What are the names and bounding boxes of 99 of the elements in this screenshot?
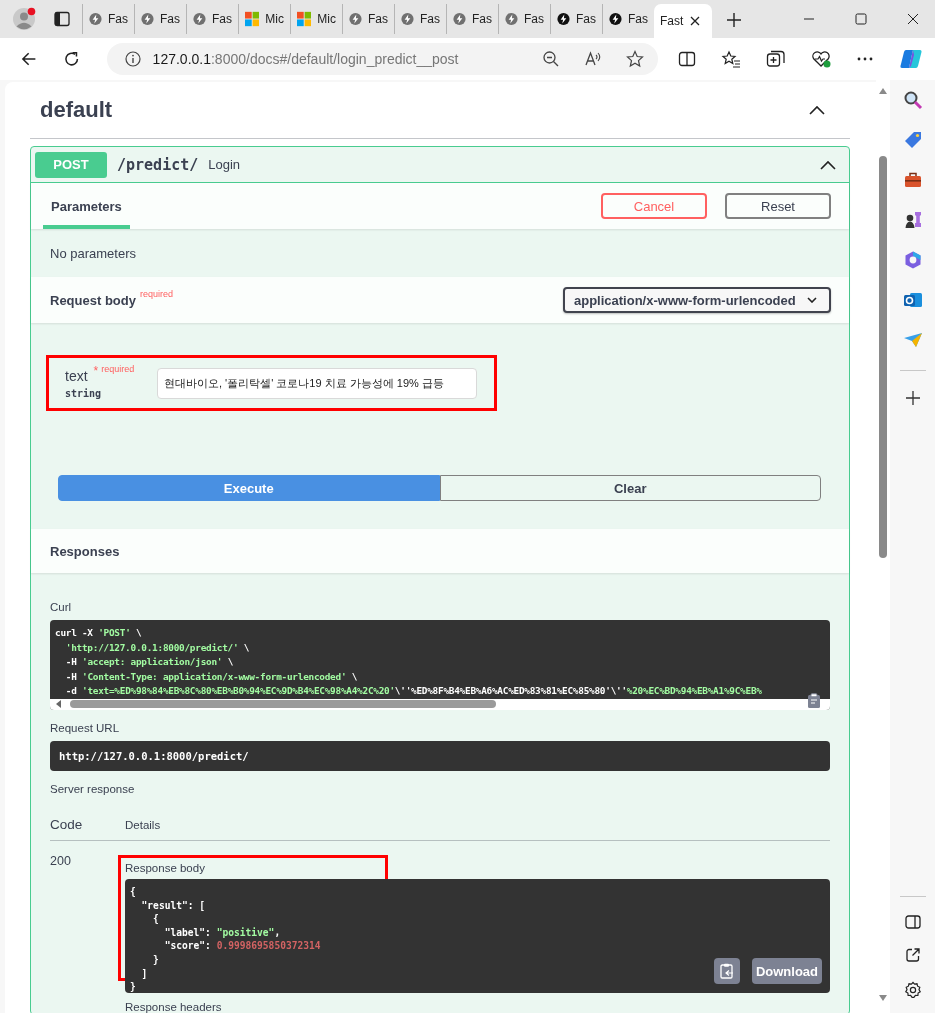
browser-tab[interactable]: Mic <box>290 4 342 34</box>
collapse-chevron-icon[interactable] <box>808 104 826 116</box>
code-line: { <box>130 885 136 899</box>
read-aloud-icon[interactable] <box>584 50 602 68</box>
info-icon[interactable] <box>124 51 141 67</box>
browser-tab[interactable]: Fas <box>446 4 498 34</box>
maximize-icon[interactable] <box>855 13 867 25</box>
code-line: -H 'Content-Type: application/x-www-form-urlencoded' \ <box>64 669 358 684</box>
code-line: "score": 0.9998695850372314 <box>163 939 321 953</box>
add-icon[interactable] <box>905 391 920 405</box>
response-body-label: Response body <box>125 862 206 875</box>
back-icon[interactable] <box>20 50 38 68</box>
collections-icon[interactable] <box>766 50 786 68</box>
status-code: 200 <box>50 854 72 870</box>
clear-button[interactable]: Clear <box>439 475 821 501</box>
section-title: default <box>40 97 113 123</box>
content-type-select[interactable]: application/x-www-form-urlencoded <box>563 287 831 313</box>
windows-logo-icon <box>297 11 312 27</box>
bolt-icon <box>89 11 102 27</box>
parameters-tab[interactable]: Parameters <box>43 183 130 229</box>
browser-tab[interactable]: Fast <box>654 4 712 38</box>
bolt-icon <box>609 11 622 27</box>
browser-tab[interactable]: Fas <box>82 4 134 34</box>
request-url-label: Request URL <box>50 722 121 735</box>
reset-button[interactable]: Reset <box>725 193 831 219</box>
endpoint-path: /predict/ <box>117 155 199 174</box>
code-line: -H 'accept: application/json' \ <box>64 655 234 670</box>
code-line: "result": [ <box>140 898 206 913</box>
horizontal-scrollbar-thumb[interactable] <box>70 700 496 709</box>
copy-button[interactable] <box>713 958 740 984</box>
download-button[interactable]: Download <box>751 958 822 984</box>
new-tab-icon[interactable] <box>726 12 742 28</box>
column-header: Details <box>125 818 161 831</box>
browser-tab[interactable]: Fas <box>394 4 446 34</box>
browser-tab[interactable]: Mic <box>238 4 290 34</box>
external-link-icon[interactable] <box>904 947 921 963</box>
profile-avatar-icon[interactable] <box>12 7 36 31</box>
sidebar-toggle-icon[interactable] <box>904 915 921 929</box>
column-header: Code <box>50 817 84 832</box>
browser-tab[interactable]: Fas <box>186 4 238 34</box>
required-asterisk: * <box>93 363 99 378</box>
required-label: required <box>139 289 173 299</box>
chevron-down-icon <box>807 297 817 303</box>
request-body-title: Request body <box>49 292 136 308</box>
refresh-icon[interactable] <box>63 50 81 68</box>
responses-title: Responses <box>49 543 120 559</box>
settings-icon[interactable] <box>903 981 922 999</box>
code-line: 'http://127.0.0.1:8000/predict/' \ <box>64 640 250 655</box>
browser-tab[interactable]: Fas <box>342 4 394 34</box>
favorites-icon[interactable] <box>721 50 741 68</box>
code-line: ] <box>140 966 148 981</box>
method-badge: POST <box>35 151 107 178</box>
search-icon[interactable] <box>902 90 923 110</box>
endpoint-summary: Login <box>208 157 242 172</box>
server-response-label: Server response <box>50 783 136 796</box>
health-heart-icon[interactable] <box>811 50 831 68</box>
bolt-icon <box>193 11 206 27</box>
request-url: http://127.0.0.1:8000/predict/ <box>59 750 249 762</box>
collapse-chevron-icon[interactable] <box>819 158 837 171</box>
close-icon[interactable] <box>689 15 702 27</box>
windows-logo-icon <box>245 11 260 27</box>
bolt-icon <box>141 11 154 27</box>
bolt-icon <box>557 11 570 27</box>
response-headers-label: Response headers <box>125 1001 223 1013</box>
tab-actions-icon[interactable] <box>54 11 70 27</box>
bolt-icon <box>349 11 362 27</box>
scroll-down-icon[interactable] <box>879 995 887 1001</box>
close-icon[interactable] <box>907 13 919 25</box>
toolbox-icon[interactable] <box>902 170 923 190</box>
bolt-icon <box>401 11 414 27</box>
code-line: } <box>152 952 159 967</box>
star-icon[interactable] <box>626 50 644 68</box>
code-line: -d 'text=%ED%98%84%EB%8C%80%EB%B0%94%EC%9D%B4%EC%98%A4%2C%20'\''%ED%8F%B4%EB%A6%AC%ED%83%81%EC%85%80'\''%20%EC%BD%94%EB%A1%9C%EB% <box>64 684 762 699</box>
address-bar[interactable]: 127.0.0.1:8000/docs#/default/login_predict__post <box>106 43 658 75</box>
copilot-icon[interactable] <box>899 47 923 71</box>
bolt-icon <box>453 11 466 27</box>
required-label: required <box>101 363 135 376</box>
scroll-left-icon[interactable] <box>55 700 63 709</box>
browser-tab[interactable]: Fas <box>550 4 602 34</box>
code-line: "label": "positive", <box>163 925 281 940</box>
code-line: } <box>130 980 136 994</box>
scrollbar-thumb[interactable] <box>879 156 887 558</box>
browser-tab[interactable]: Fas <box>498 4 550 34</box>
code-line: { <box>152 912 159 926</box>
scroll-up-icon[interactable] <box>879 88 887 94</box>
split-screen-icon[interactable] <box>678 50 696 68</box>
browser-tab[interactable]: Fas <box>134 4 186 34</box>
no-parameters-text: No parameters <box>50 245 136 261</box>
zoom-out-icon[interactable] <box>542 50 560 68</box>
copy-icon[interactable] <box>806 693 822 710</box>
parameter-name: text <box>65 367 88 384</box>
bolt-icon <box>505 11 518 27</box>
input-field[interactable]: 현대바이오, '폴리탁셀' 코로나19 치료 가능성에 19% 급등 <box>157 367 477 399</box>
curl-label: Curl <box>50 601 73 614</box>
url-text: 127.0.0.1:8000/docs#/default/login_predict__post <box>152 51 460 67</box>
code-line: curl -X 'POST' \ <box>55 626 142 640</box>
parameter-type: string <box>65 387 103 399</box>
clipboard-icon <box>719 963 734 979</box>
outlook-icon[interactable] <box>902 290 923 310</box>
